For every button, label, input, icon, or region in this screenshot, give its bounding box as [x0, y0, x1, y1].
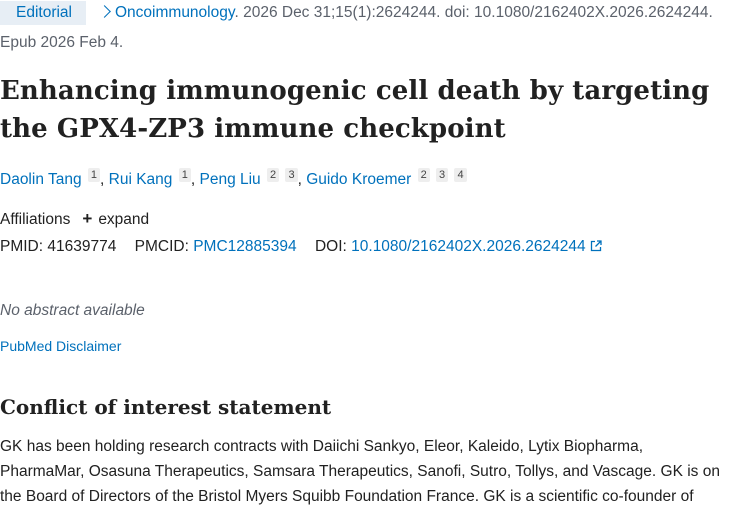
citation-line: Editorial Oncoimmunology. 2026 Dec 31;15(… [0, 1, 750, 25]
coi-text: GK has been holding research contracts w… [0, 434, 745, 509]
affiliation-number[interactable]: 3 [285, 168, 298, 182]
pmcid-link[interactable]: PMC12885394 [193, 238, 296, 255]
author-link[interactable]: Daolin Tang [0, 171, 82, 188]
affiliations-toggle[interactable]: Affiliations + expand [0, 208, 149, 231]
affiliations-label: Affiliations [0, 211, 71, 228]
affiliation-number[interactable]: 1 [178, 168, 191, 182]
pmid-label: PMID: [0, 238, 44, 255]
citation-details: . 2026 Dec 31;15(1):2624244. doi: 10.108… [234, 4, 713, 21]
affiliation-number[interactable]: 2 [417, 168, 430, 182]
author-link[interactable]: Rui Kang [109, 171, 173, 188]
external-link-icon[interactable] [590, 237, 602, 259]
chevron-right-icon [98, 5, 111, 18]
article-title: Enhancing immunogenic cell death by targ… [0, 76, 710, 144]
coi-line: PharmaMar, Osasuna Therapeutics, Samsara… [0, 463, 720, 480]
author-link[interactable]: Guido Kroemer [306, 171, 411, 188]
article-type-badge[interactable]: Editorial [0, 1, 86, 25]
affiliation-number[interactable]: 2 [267, 168, 280, 182]
author-link[interactable]: Peng Liu [199, 171, 260, 188]
affiliation-number[interactable]: 4 [454, 168, 467, 182]
affiliation-number[interactable]: 3 [436, 168, 449, 182]
pmid-value: 41639774 [47, 238, 117, 255]
plus-icon: + [82, 209, 93, 228]
no-abstract-note: No abstract available [0, 302, 145, 319]
author-list: Daolin Tang 1, Rui Kang 1, Peng Liu 2 3,… [0, 168, 467, 192]
pubmed-disclaimer-link[interactable]: PubMed Disclaimer [0, 336, 121, 356]
identifiers-row: PMID: 41639774 PMCID: PMC12885394 DOI: 1… [0, 236, 602, 259]
doi-link[interactable]: 10.1080/2162402X.2026.2624244 [351, 238, 585, 255]
expand-label: expand [98, 211, 150, 228]
affiliation-number[interactable]: 1 [87, 168, 101, 182]
coi-line: the Board of Directors of the Bristol My… [0, 488, 694, 505]
doi-label: DOI: [314, 238, 347, 255]
coi-line: GK has been holding research contracts w… [0, 438, 644, 455]
coi-heading: Conflict of interest statement [0, 395, 332, 419]
epub-date: Epub 2026 Feb 4. [0, 34, 124, 51]
pmcid-label: PMCID: [134, 238, 189, 255]
journal-link[interactable]: Oncoimmunology [115, 4, 234, 21]
